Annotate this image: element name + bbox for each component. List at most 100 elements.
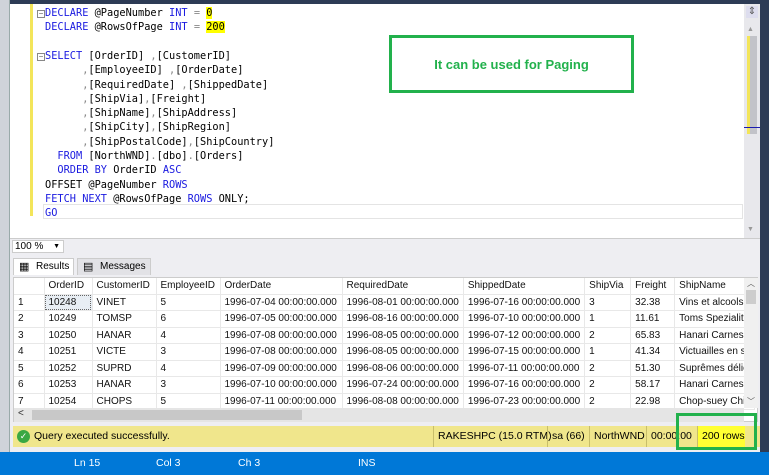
table-cell[interactable]: 2	[584, 327, 632, 344]
grid-horizontal-scrollbar[interactable]: <	[14, 408, 744, 422]
table-cell[interactable]: 10249	[44, 310, 93, 328]
collapse-icon[interactable]: −	[37, 53, 45, 61]
table-row[interactable]: 6 10253 HANAR 3 1996-07-10 00:00:00.000 1996-…	[14, 376, 756, 394]
row-number[interactable]: 4	[14, 343, 45, 361]
table-cell[interactable]: 2	[584, 360, 632, 377]
table-cell[interactable]: 1996-07-11 00:00:00.000	[463, 360, 586, 377]
zoom-select[interactable]: 100 % ▼	[12, 240, 64, 253]
tab-results[interactable]: ▦ Results	[13, 258, 75, 275]
table-cell[interactable]: 1996-07-16 00:00:00.000	[463, 376, 586, 394]
row-number[interactable]: 5	[14, 360, 45, 377]
row-number[interactable]: 2	[14, 310, 45, 328]
success-icon: ✓	[17, 430, 30, 443]
table-cell[interactable]: 1	[584, 310, 632, 328]
code-line: DECLARE @PageNumber INT = 0	[45, 6, 213, 20]
collapse-icon[interactable]: −	[37, 10, 45, 18]
scroll-thumb[interactable]	[747, 36, 757, 134]
table-cell[interactable]: 10253	[44, 376, 93, 394]
table-row[interactable]: 5 10252 SUPRD 4 1996-07-09 00:00:00.000 1996-…	[14, 360, 756, 377]
table-cell[interactable]: 4	[156, 327, 221, 344]
grid-vertical-scrollbar[interactable]: ︿ ﹀	[744, 278, 758, 408]
table-cell[interactable]: 41.34	[630, 343, 676, 361]
table-cell[interactable]: 1996-07-05 00:00:00.000	[220, 310, 343, 328]
code-token: [ShippedDate]	[187, 78, 269, 91]
row-number[interactable]: 3	[14, 327, 45, 344]
table-cell[interactable]: 11.61	[630, 310, 676, 328]
column-header[interactable]: Freight	[630, 278, 676, 295]
table-cell[interactable]: 32.38	[630, 294, 676, 311]
table-cell[interactable]: Toms Spezialit	[674, 310, 756, 328]
table-cell[interactable]: VICTE	[92, 343, 157, 361]
scroll-down-icon[interactable]: ▼	[747, 226, 754, 233]
left-gutter	[0, 0, 10, 452]
table-cell[interactable]: 3	[584, 294, 632, 311]
table-cell[interactable]: 1996-07-10 00:00:00.000	[463, 310, 586, 328]
scroll-down-icon[interactable]: ﹀	[744, 396, 758, 407]
scroll-up-icon[interactable]: ▲	[747, 26, 754, 33]
results-grid[interactable]: OrderID CustomerID EmployeeID OrderDate Requ…	[13, 277, 758, 422]
table-cell[interactable]: HANAR	[92, 327, 157, 344]
table-cell[interactable]: 1996-07-08 00:00:00.000	[220, 343, 343, 361]
table-cell[interactable]: SUPRD	[92, 360, 157, 377]
table-cell[interactable]: HANAR	[92, 376, 157, 394]
column-header[interactable]: CustomerID	[92, 278, 157, 295]
table-row[interactable]: 4 10251 VICTE 3 1996-07-08 00:00:00.000 1996-…	[14, 343, 756, 361]
table-cell[interactable]: Hanari Carnes	[674, 376, 756, 394]
table-cell[interactable]: 1996-07-09 00:00:00.000	[220, 360, 343, 377]
table-cell[interactable]: 1996-07-12 00:00:00.000	[463, 327, 586, 344]
table-cell[interactable]: 6	[156, 310, 221, 328]
column-header[interactable]	[14, 278, 45, 295]
column-header[interactable]: EmployeeID	[156, 278, 221, 295]
table-cell[interactable]: 1996-08-05 00:00:00.000	[342, 327, 464, 344]
column-header[interactable]: ShipVia	[584, 278, 632, 295]
row-number[interactable]: 6	[14, 376, 45, 394]
table-cell[interactable]: Hanari Carnes	[674, 327, 756, 344]
table-cell[interactable]: Suprêmes délic	[674, 360, 756, 377]
scroll-left-icon[interactable]: <	[18, 408, 24, 419]
column-header[interactable]: OrderID	[44, 278, 93, 295]
table-cell[interactable]: 10251	[44, 343, 93, 361]
table-cell[interactable]: 5	[156, 294, 221, 311]
table-cell[interactable]: 2	[584, 376, 632, 394]
column-header[interactable]: OrderDate	[220, 278, 343, 295]
table-cell[interactable]: 51.30	[630, 360, 676, 377]
table-cell[interactable]: 65.83	[630, 327, 676, 344]
table-row[interactable]: 1 10248 VINET 5 1996-07-04 00:00:00.000 1996-…	[14, 294, 756, 311]
table-cell[interactable]: 3	[156, 376, 221, 394]
tab-messages[interactable]: ▤ Messages	[77, 258, 151, 275]
table-cell[interactable]: TOMSP	[92, 310, 157, 328]
scroll-up-icon[interactable]: ︿	[744, 278, 758, 289]
table-cell[interactable]: Vins et alcools	[674, 294, 756, 311]
table-cell[interactable]: 1996-07-24 00:00:00.000	[342, 376, 464, 394]
table-cell[interactable]: 1996-07-10 00:00:00.000	[220, 376, 343, 394]
table-cell[interactable]: 10250	[44, 327, 93, 344]
split-icon[interactable]: ⇕	[746, 6, 758, 18]
table-cell[interactable]: VINET	[92, 294, 157, 311]
column-header[interactable]: ShippedDate	[463, 278, 586, 295]
table-cell[interactable]: 1996-08-06 00:00:00.000	[342, 360, 464, 377]
table-cell[interactable]: 1996-08-16 00:00:00.000	[342, 310, 464, 328]
scroll-thumb[interactable]	[32, 410, 302, 420]
table-cell[interactable]: 4	[156, 360, 221, 377]
table-row[interactable]: 3 10250 HANAR 4 1996-07-08 00:00:00.000 1996-…	[14, 327, 756, 344]
messages-icon: ▤	[83, 261, 94, 273]
row-number[interactable]: 1	[14, 294, 45, 311]
table-cell[interactable]: 1996-07-04 00:00:00.000	[220, 294, 343, 311]
database-name: NorthWND	[589, 426, 645, 447]
table-cell[interactable]: 1996-08-05 00:00:00.000	[342, 343, 464, 361]
table-cell[interactable]: 1996-08-01 00:00:00.000	[342, 294, 464, 311]
table-cell[interactable]: 1	[584, 343, 632, 361]
table-cell[interactable]: 10248	[44, 294, 93, 311]
table-cell[interactable]: 58.17	[630, 376, 676, 394]
table-cell[interactable]: 1996-07-08 00:00:00.000	[220, 327, 343, 344]
editor-vertical-scrollbar[interactable]: ⇕ ▲ ▼	[744, 4, 760, 238]
table-row[interactable]: 2 10249 TOMSP 6 1996-07-05 00:00:00.000 1996-…	[14, 310, 756, 328]
table-cell[interactable]: 3	[156, 343, 221, 361]
table-cell[interactable]: Victuailles en s	[674, 343, 756, 361]
scroll-thumb[interactable]	[746, 290, 756, 304]
table-cell[interactable]: 1996-07-15 00:00:00.000	[463, 343, 586, 361]
column-header[interactable]: ShipName	[674, 278, 756, 295]
column-header[interactable]: RequiredDate	[342, 278, 464, 295]
table-cell[interactable]: 10252	[44, 360, 93, 377]
table-cell[interactable]: 1996-07-16 00:00:00.000	[463, 294, 586, 311]
